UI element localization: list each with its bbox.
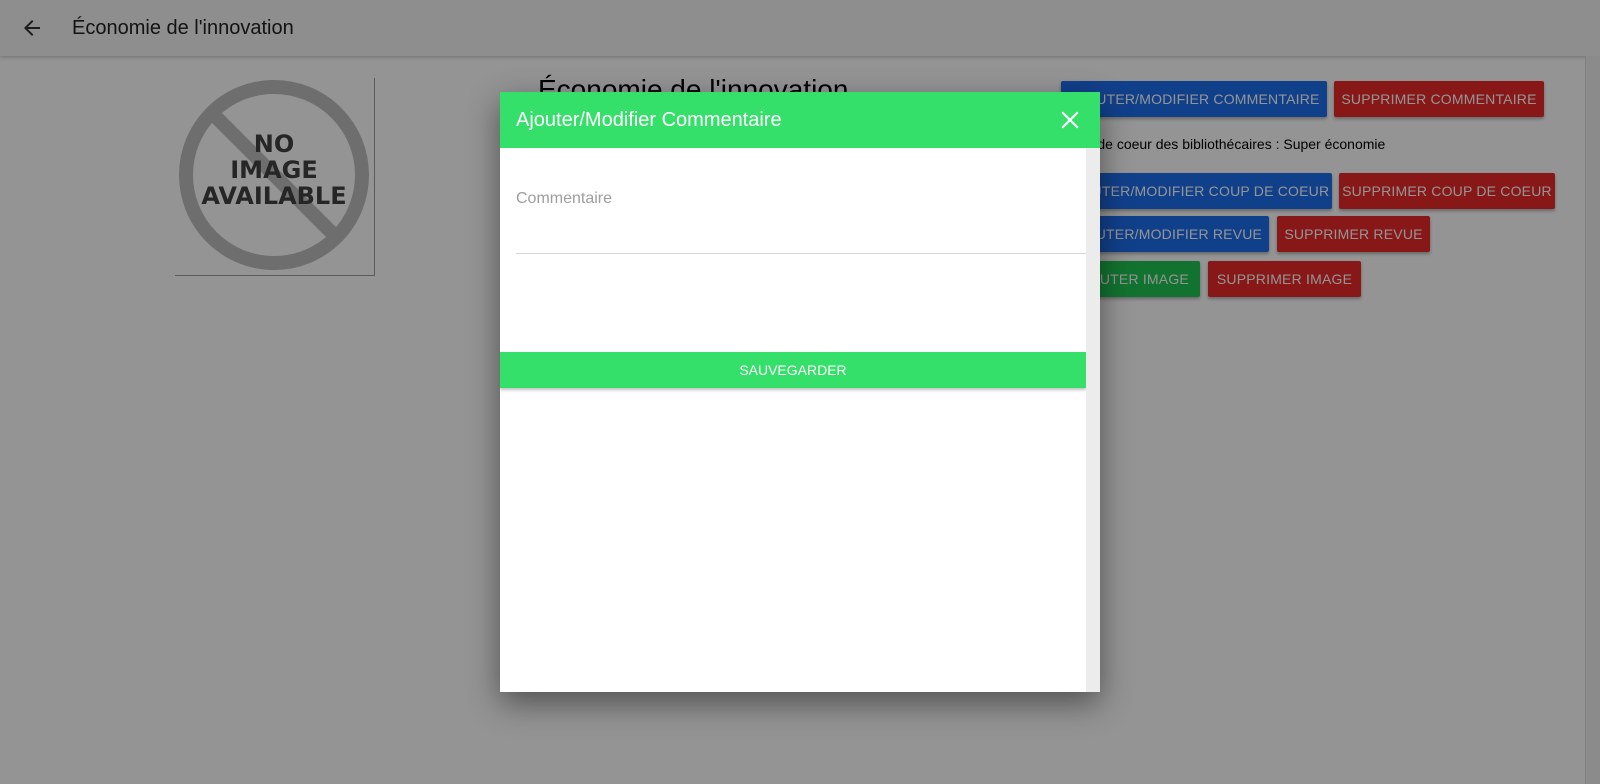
- save-button[interactable]: Sauvegarder: [500, 352, 1086, 388]
- close-button[interactable]: [1058, 108, 1082, 132]
- comment-dialog: Ajouter/Modifier Commentaire Commentaire…: [500, 92, 1100, 692]
- comment-field-label: Commentaire: [516, 190, 613, 207]
- dialog-title: Ajouter/Modifier Commentaire: [516, 109, 782, 131]
- comment-input[interactable]: [516, 216, 1076, 246]
- dialog-scrollbar[interactable]: [1086, 148, 1100, 692]
- comment-field[interactable]: Commentaire: [516, 170, 1086, 254]
- dialog-header: Ajouter/Modifier Commentaire: [500, 92, 1100, 148]
- dialog-body: Commentaire Sauvegarder: [500, 148, 1086, 692]
- close-icon: [1061, 111, 1079, 129]
